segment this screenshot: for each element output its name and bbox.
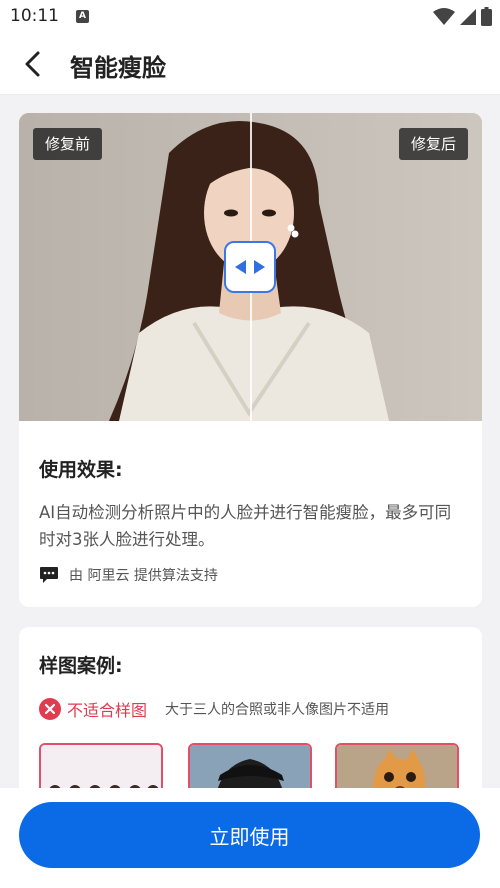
usage-info-card: 使用效果: AI自动检测分析照片中的人脸并进行智能瘦脸，最多可同时对3张人脸进行… <box>19 421 482 607</box>
unsuitable-label: 不适合样图 <box>67 701 148 720</box>
unsuitable-description: 大于三人的合照或非人像图片不适用 <box>165 702 390 718</box>
left-right-arrows-icon <box>235 260 265 274</box>
notification-icon: A <box>76 10 89 23</box>
usage-title: 使用效果: <box>39 459 123 481</box>
wifi-icon <box>433 7 455 25</box>
chat-bubble-icon <box>40 567 58 583</box>
status-time: 10:11 <box>10 6 59 26</box>
before-label: 修复前 <box>33 128 103 160</box>
provider-text: 由 阿里云 提供算法支持 <box>69 568 218 584</box>
battery-icon <box>481 7 492 26</box>
status-bar: 10:11 A <box>0 0 500 34</box>
status-icons <box>433 7 492 26</box>
after-label: 修复后 <box>398 128 468 160</box>
bottom-action-bar: 立即使用 <box>0 788 500 888</box>
signal-icon <box>460 8 476 25</box>
unsuitable-row: 不适合样图 大于三人的合照或非人像图片不适用 <box>39 697 389 721</box>
comparison-slider-handle[interactable] <box>224 241 276 293</box>
chevron-left-icon <box>25 51 40 77</box>
use-now-button[interactable]: 立即使用 <box>19 802 480 868</box>
examples-title: 样图案例: <box>39 655 123 677</box>
page-title: 智能瘦脸 <box>70 54 166 82</box>
provider-credit: 由 阿里云 提供算法支持 <box>39 565 218 585</box>
back-button[interactable] <box>18 48 50 80</box>
app-header: 智能瘦脸 <box>0 34 500 95</box>
before-after-comparison[interactable]: 修复前 修复后 <box>19 113 482 421</box>
close-circle-icon <box>39 698 61 720</box>
usage-description: AI自动检测分析照片中的人脸并进行智能瘦脸，最多可同时对3张人脸进行处理。 <box>39 503 452 549</box>
